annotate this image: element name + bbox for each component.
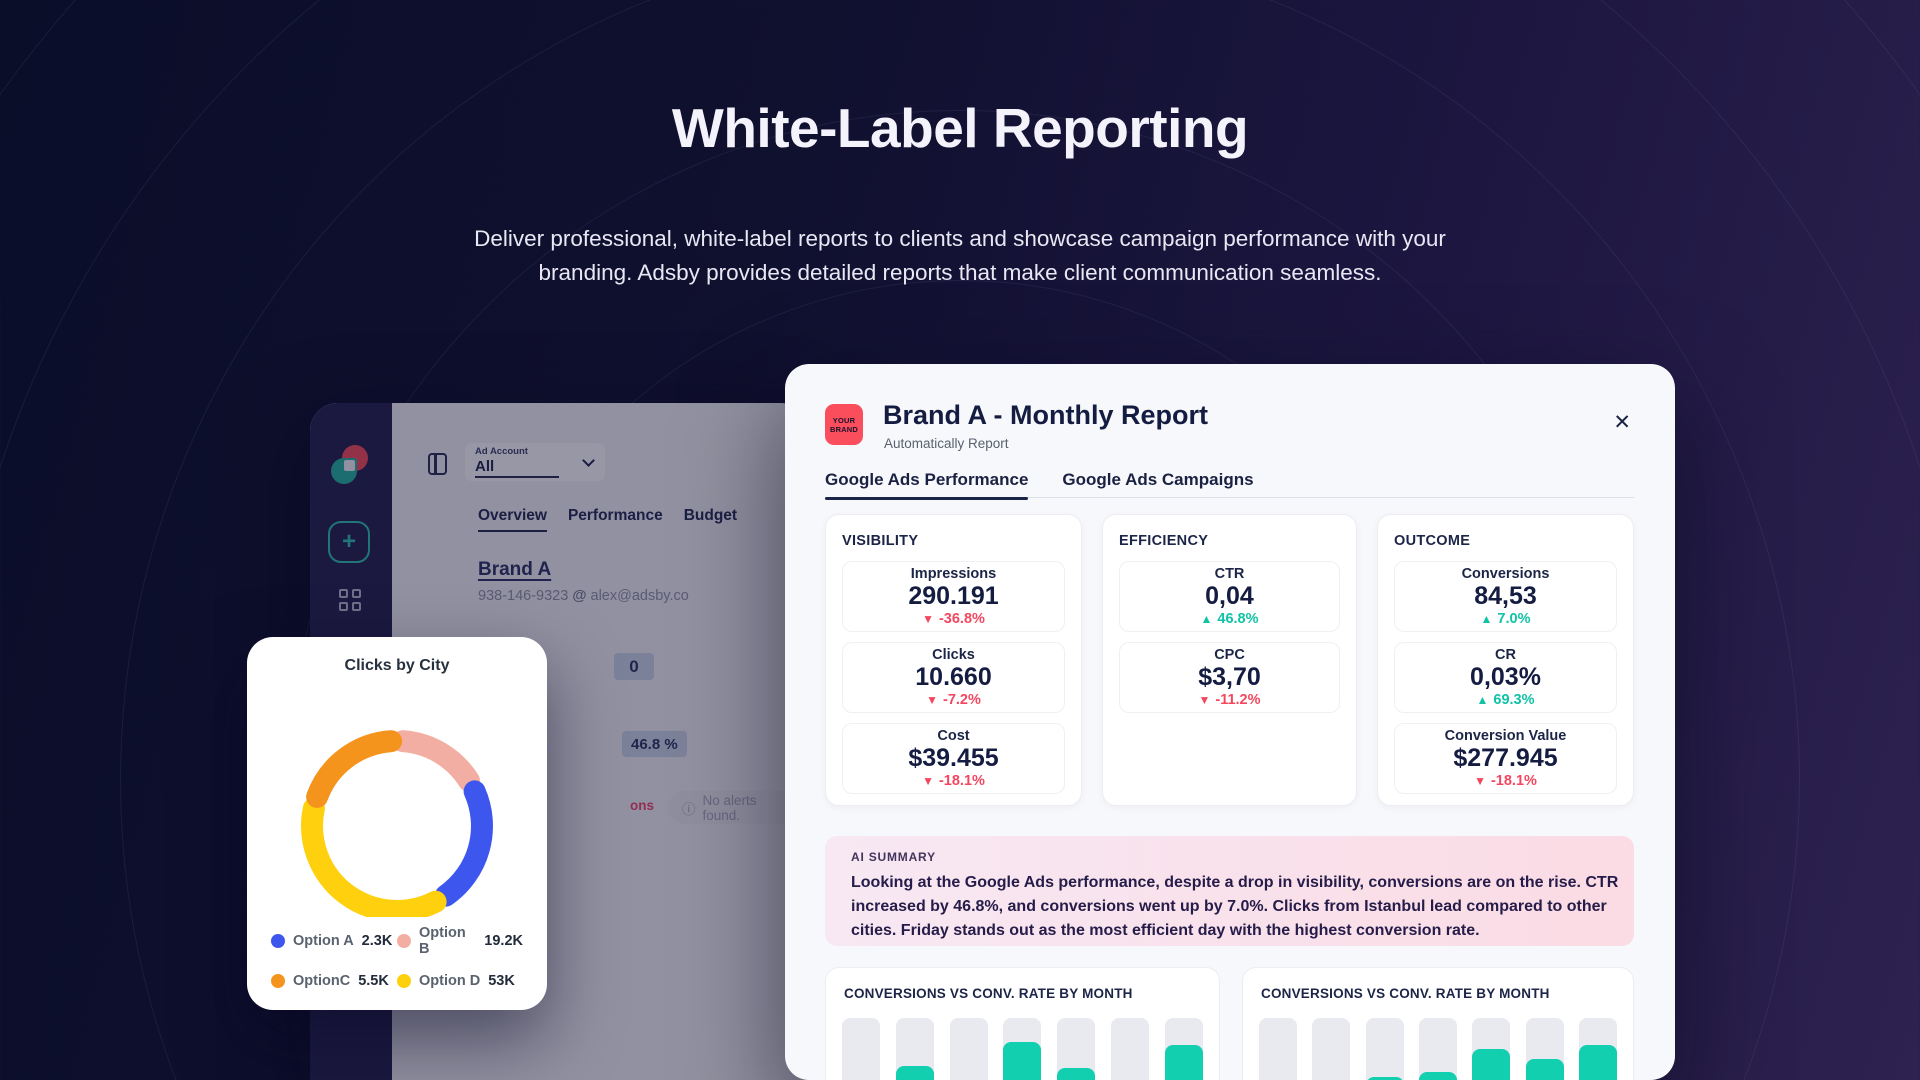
metric-tile: CR 0,03% ▲ 69.3% <box>1394 642 1617 713</box>
bar <box>1003 1018 1041 1080</box>
report-modal: YOUR BRAND Brand A - Monthly Report Auto… <box>785 364 1675 1080</box>
bar <box>842 1018 880 1080</box>
report-title: Brand A - Monthly Report <box>883 400 1208 431</box>
clicks-by-city-card: Clicks by City Option A 2.3K Option B 19… <box>247 637 547 1010</box>
metric-sections: VISIBILITY Impressions 290.191 ▼ -36.8% … <box>825 514 1634 806</box>
bar <box>950 1018 988 1080</box>
metric-delta: ▼ -18.1% <box>922 773 985 789</box>
close-icon[interactable]: ✕ <box>1613 410 1631 435</box>
tab-google-ads-campaigns[interactable]: Google Ads Campaigns <box>1062 470 1253 500</box>
tab-google-ads-performance[interactable]: Google Ads Performance <box>825 470 1028 500</box>
section-visibility: VISIBILITY Impressions 290.191 ▼ -36.8% … <box>825 514 1082 806</box>
donut-legend: Option A 2.3K Option B 19.2K OptionC 5.5… <box>271 925 523 989</box>
bar <box>1419 1018 1457 1080</box>
ai-summary-panel: AI SUMMARY Looking at the Google Ads per… <box>825 836 1634 946</box>
section-efficiency: EFFICIENCY CTR 0,04 ▲ 46.8% CPC $3,70 ▼ … <box>1102 514 1357 806</box>
ai-summary-label: AI SUMMARY <box>851 850 1608 864</box>
bar <box>1526 1018 1564 1080</box>
bar <box>1165 1018 1203 1080</box>
bar <box>1472 1018 1510 1080</box>
metric-tile: CTR 0,04 ▲ 46.8% <box>1119 561 1340 632</box>
donut-chart <box>247 657 547 917</box>
bar <box>1366 1018 1404 1080</box>
donut-segment-option-c <box>317 741 391 797</box>
section-outcome: OUTCOME Conversions 84,53 ▲ 7.0% CR 0,03… <box>1377 514 1634 806</box>
legend-dot-icon <box>397 934 411 948</box>
metric-delta: ▼ -18.1% <box>1474 773 1537 789</box>
bar <box>896 1018 934 1080</box>
legend-dot-icon <box>271 974 285 988</box>
metric-delta: ▲ 46.8% <box>1200 611 1258 627</box>
bar <box>1111 1018 1149 1080</box>
legend-dot-icon <box>271 934 285 948</box>
page-subtitle: Deliver professional, white-label report… <box>0 222 1920 290</box>
bar <box>1312 1018 1350 1080</box>
legend-dot-icon <box>397 974 411 988</box>
page-subtitle-line1: Deliver professional, white-label report… <box>0 222 1920 256</box>
ai-summary-text: Looking at the Google Ads performance, d… <box>851 871 1623 943</box>
metric-delta: ▼ -11.2% <box>1198 692 1260 708</box>
metric-tile: Clicks 10.660 ▼ -7.2% <box>842 642 1065 713</box>
metric-tile: CPC $3,70 ▼ -11.2% <box>1119 642 1340 713</box>
page-title: White-Label Reporting <box>0 96 1920 160</box>
conversions-chart-2: CONVERSIONS VS CONV. RATE BY MONTH <box>1242 967 1634 1080</box>
metric-delta: ▼ -36.8% <box>922 611 985 627</box>
metric-delta: ▼ -7.2% <box>926 692 981 708</box>
metric-delta: ▲ 69.3% <box>1476 692 1534 708</box>
conversions-chart-1: CONVERSIONS VS CONV. RATE BY MONTH <box>825 967 1220 1080</box>
report-tabs: Google Ads Performance Google Ads Campai… <box>825 470 1254 500</box>
charts-row: CONVERSIONS VS CONV. RATE BY MONTH CONVE… <box>825 967 1634 1080</box>
legend-item: OptionC 5.5K <box>271 973 397 989</box>
bar <box>1579 1018 1617 1080</box>
metric-tile: Conversions 84,53 ▲ 7.0% <box>1394 561 1617 632</box>
donut-segment-option-d <box>312 808 436 911</box>
bar <box>1259 1018 1297 1080</box>
report-subtitle: Automatically Report <box>884 436 1009 451</box>
page: { "hero": { "title": "White-Label Report… <box>0 0 1920 1080</box>
legend-item: Option D 53K <box>397 973 523 989</box>
donut-segment-option-a <box>446 791 482 895</box>
page-subtitle-line2: branding. Adsby provides detailed report… <box>0 256 1920 290</box>
metric-tile: Cost $39.455 ▼ -18.1% <box>842 723 1065 794</box>
donut-segment-option-b <box>403 741 469 781</box>
metric-tile: Conversion Value $277.945 ▼ -18.1% <box>1394 723 1617 794</box>
bar <box>1057 1018 1095 1080</box>
metric-delta: ▲ 7.0% <box>1481 611 1531 627</box>
legend-item: Option B 19.2K <box>397 925 523 957</box>
your-brand-logo: YOUR BRAND <box>825 404 863 445</box>
legend-item: Option A 2.3K <box>271 925 397 957</box>
metric-tile: Impressions 290.191 ▼ -36.8% <box>842 561 1065 632</box>
